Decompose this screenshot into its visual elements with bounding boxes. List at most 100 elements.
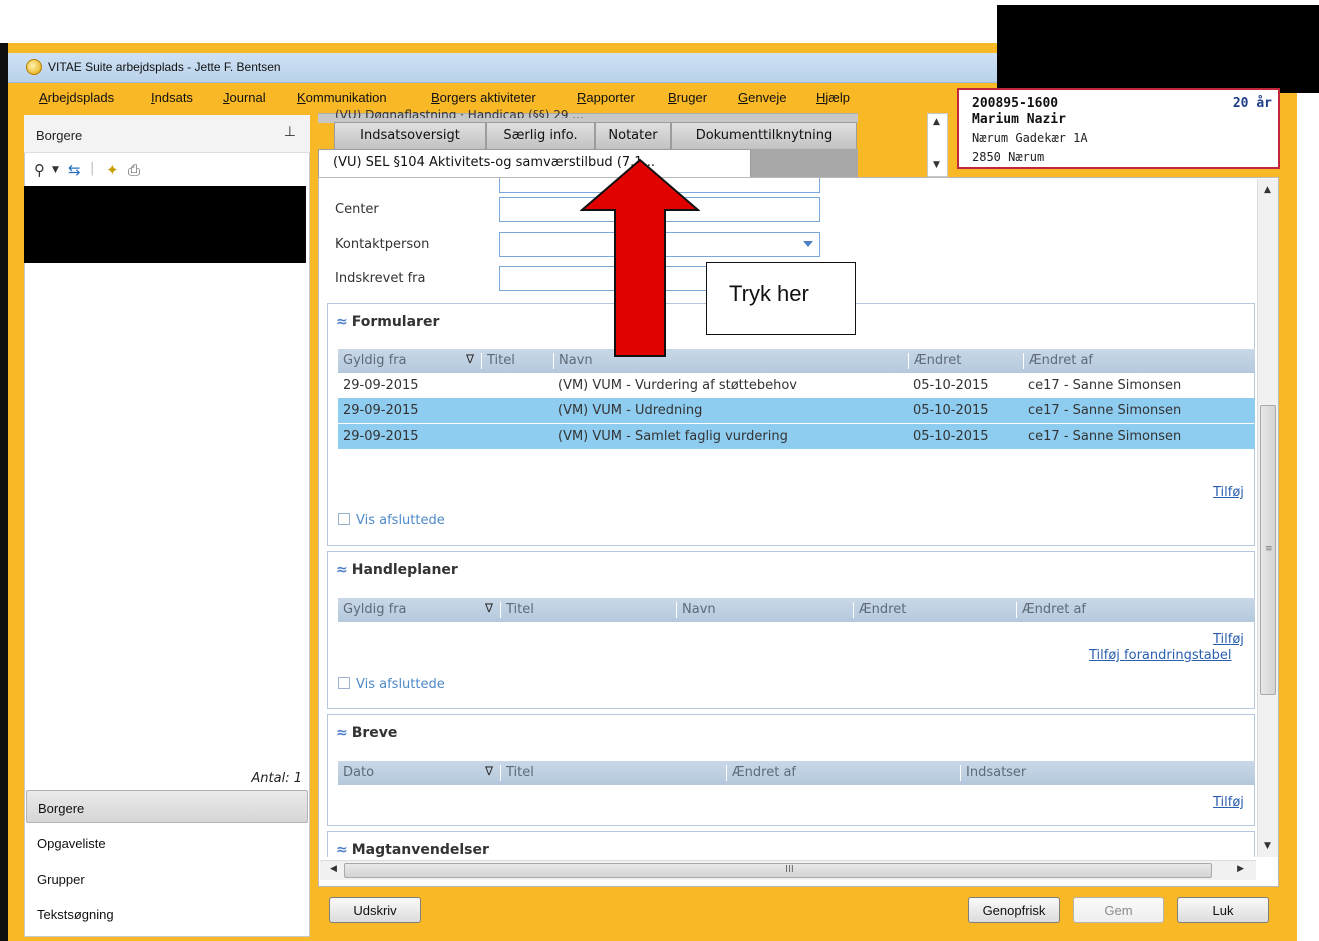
- col-aendret[interactable]: Ændret: [853, 602, 1016, 618]
- table-row[interactable]: 29-09-2015 (VM) VUM - Vurdering af støtt…: [338, 373, 1255, 398]
- handleplaner-show-closed-checkbox[interactable]: Vis afsluttede: [338, 677, 445, 692]
- pin-icon[interactable]: ⊥: [284, 124, 296, 140]
- col-navn[interactable]: Navn: [676, 602, 853, 618]
- nav-tekstsoegning[interactable]: Tekstsøgning: [26, 897, 308, 930]
- save-button[interactable]: Gem: [1073, 897, 1164, 923]
- tab-notater[interactable]: Notater: [595, 122, 671, 149]
- redacted-citizen-list: [24, 186, 306, 263]
- formularer-title[interactable]: ≈ Formularer: [336, 314, 439, 330]
- checkbox-label: Vis afsluttede: [356, 513, 445, 528]
- cell-navn: (VM) VUM - Samlet faglig vurdering: [558, 429, 788, 444]
- menu-accelerator: B: [431, 90, 440, 105]
- refresh-button[interactable]: Genopfrisk: [968, 897, 1060, 923]
- handleplaner-title[interactable]: ≈ Handleplaner: [336, 562, 458, 578]
- print-button[interactable]: Udskriv: [329, 897, 421, 923]
- vertical-scrollbar[interactable]: ▲ ≡ ▼: [1257, 179, 1278, 857]
- col-titel[interactable]: Titel: [500, 602, 676, 618]
- left-panel-header: Borgere ⊥: [24, 115, 310, 153]
- menu-rapporter[interactable]: Rapporter: [577, 90, 635, 105]
- col-gyldig-fra[interactable]: Gyldig fra: [338, 353, 483, 369]
- close-button[interactable]: Luk: [1177, 897, 1269, 923]
- left-panel-title: Borgere: [36, 128, 83, 143]
- scroll-down-icon[interactable]: ▼: [933, 160, 940, 170]
- cell-aendret-af: ce17 - Sanne Simonsen: [1028, 429, 1182, 444]
- menu-accelerator: A: [39, 90, 48, 105]
- enrolled-from-label: Indskrevet fra: [335, 271, 426, 286]
- sort-icon[interactable]: ∇: [485, 601, 493, 615]
- horizontal-scrollbar[interactable]: ◀ III ▶: [320, 860, 1256, 880]
- menu-arbejdsplads[interactable]: Arbejdsplads: [39, 90, 114, 105]
- table-row[interactable]: 29-09-2015 (VM) VUM - Udredning 05-10-20…: [338, 398, 1255, 423]
- magtanvendelser-section: ≈ Magtanvendelser: [327, 831, 1255, 857]
- citizen-count: Antal: 1: [251, 771, 302, 786]
- handleplaner-section: ≈ Handleplaner Gyldig fra ∇ Titel Navn Æn…: [327, 551, 1255, 709]
- nav-borgere[interactable]: Borgere: [26, 790, 308, 823]
- handleplaner-grid-header: Gyldig fra ∇ Titel Navn Ændret Ændret af: [338, 598, 1255, 622]
- menu-label: enveje: [748, 90, 787, 105]
- window-left-edge: [0, 43, 8, 941]
- menu-indsats[interactable]: Indsats: [151, 90, 193, 105]
- scroll-right-icon[interactable]: ▶: [1237, 864, 1244, 874]
- menu-kommunikation[interactable]: Kommunikation: [297, 90, 387, 105]
- menu-journal[interactable]: Journal: [223, 90, 266, 105]
- annotation-callout: Tryk her: [706, 262, 856, 335]
- tab-dokumenttilknytning[interactable]: Dokumenttilknytning: [671, 122, 857, 149]
- col-indsatser[interactable]: Indsatser: [960, 765, 1254, 781]
- table-row[interactable]: 29-09-2015 (VM) VUM - Samlet faglig vurd…: [338, 424, 1255, 449]
- col-dato[interactable]: Dato: [338, 765, 498, 781]
- scroll-up-icon[interactable]: ▲: [933, 117, 940, 127]
- refresh-icon[interactable]: ⇆: [68, 161, 81, 179]
- menu-hjaelp[interactable]: Hjælp: [816, 90, 850, 105]
- magtanvendelser-title[interactable]: ≈ Magtanvendelser: [336, 842, 489, 857]
- cell-aendret: 05-10-2015: [913, 403, 989, 418]
- tab-strip-scrollbar[interactable]: ▲ ▼: [927, 113, 948, 177]
- col-titel[interactable]: Titel: [481, 353, 553, 369]
- nav-opgaveliste[interactable]: Opgaveliste: [26, 826, 308, 859]
- formularer-add-link[interactable]: Tilføj: [1213, 485, 1244, 500]
- citizen-age: 20 år: [1232, 96, 1272, 111]
- handleplaner-add-link[interactable]: Tilføj: [1213, 632, 1244, 647]
- col-titel[interactable]: Titel: [500, 765, 726, 781]
- col-aendret-af[interactable]: Ændret af: [726, 765, 960, 781]
- grip-icon: III: [785, 864, 794, 875]
- menu-genveje[interactable]: Genveje: [738, 90, 786, 105]
- scroll-down-icon[interactable]: ▼: [1264, 841, 1271, 851]
- cell-aendret-af: ce17 - Sanne Simonsen: [1028, 403, 1182, 418]
- binoculars-icon[interactable]: ⚲: [34, 161, 45, 179]
- menu-label: ruger: [676, 90, 708, 105]
- nav-grupper[interactable]: Grupper: [26, 862, 308, 895]
- sort-icon[interactable]: ∇: [466, 352, 474, 366]
- col-gyldig-fra[interactable]: Gyldig fra: [338, 602, 498, 618]
- breve-title[interactable]: ≈ Breve: [336, 725, 397, 741]
- cell-aendret: 05-10-2015: [913, 378, 989, 393]
- col-aendret-af[interactable]: Ændret af: [1023, 353, 1253, 369]
- menu-accelerator: R: [577, 90, 587, 105]
- formularer-grid-header: Gyldig fra ∇ Titel Navn Ændret Ændret af: [338, 349, 1255, 373]
- menu-label: ommunikation: [305, 90, 387, 105]
- col-aendret[interactable]: Ændret: [908, 353, 1023, 369]
- section-title-text: Formularer: [351, 314, 440, 330]
- col-aendret-af[interactable]: Ændret af: [1016, 602, 1254, 618]
- citizen-address-city: 2850 Nærum: [972, 150, 1045, 164]
- checkbox-box[interactable]: [338, 513, 350, 525]
- collapse-icon: ≈: [336, 842, 348, 857]
- add-change-table-link[interactable]: Tilføj forandringstabel: [1089, 648, 1232, 663]
- tab-indsatsoversigt[interactable]: Indsatsoversigt: [334, 122, 486, 149]
- scroll-up-icon[interactable]: ▲: [1264, 185, 1271, 195]
- printer-icon[interactable]: ⎙: [128, 161, 140, 179]
- user-pin-icon[interactable]: ✦: [106, 161, 119, 179]
- breve-add-link[interactable]: Tilføj: [1213, 795, 1244, 810]
- checkbox-box[interactable]: [338, 677, 350, 689]
- formularer-show-closed-checkbox[interactable]: Vis afsluttede: [338, 513, 445, 528]
- scrollbar-thumb[interactable]: ≡: [1260, 405, 1276, 695]
- collapse-icon: ≈: [336, 314, 348, 330]
- tab-saerlig-info[interactable]: Særlig info.: [486, 122, 595, 149]
- menu-bruger[interactable]: Bruger: [668, 90, 707, 105]
- menu-borgers-aktiviteter[interactable]: Borgers aktiviteter: [431, 90, 536, 105]
- sort-icon[interactable]: ∇: [485, 764, 493, 778]
- citizen-cpr: 200895-1600: [972, 96, 1059, 111]
- scroll-left-icon[interactable]: ◀: [330, 864, 337, 874]
- dropdown-arrow-icon[interactable]: ▼: [52, 165, 59, 175]
- cell-aendret-af: ce17 - Sanne Simonsen: [1028, 378, 1182, 393]
- scrollbar-thumb[interactable]: III: [344, 863, 1212, 878]
